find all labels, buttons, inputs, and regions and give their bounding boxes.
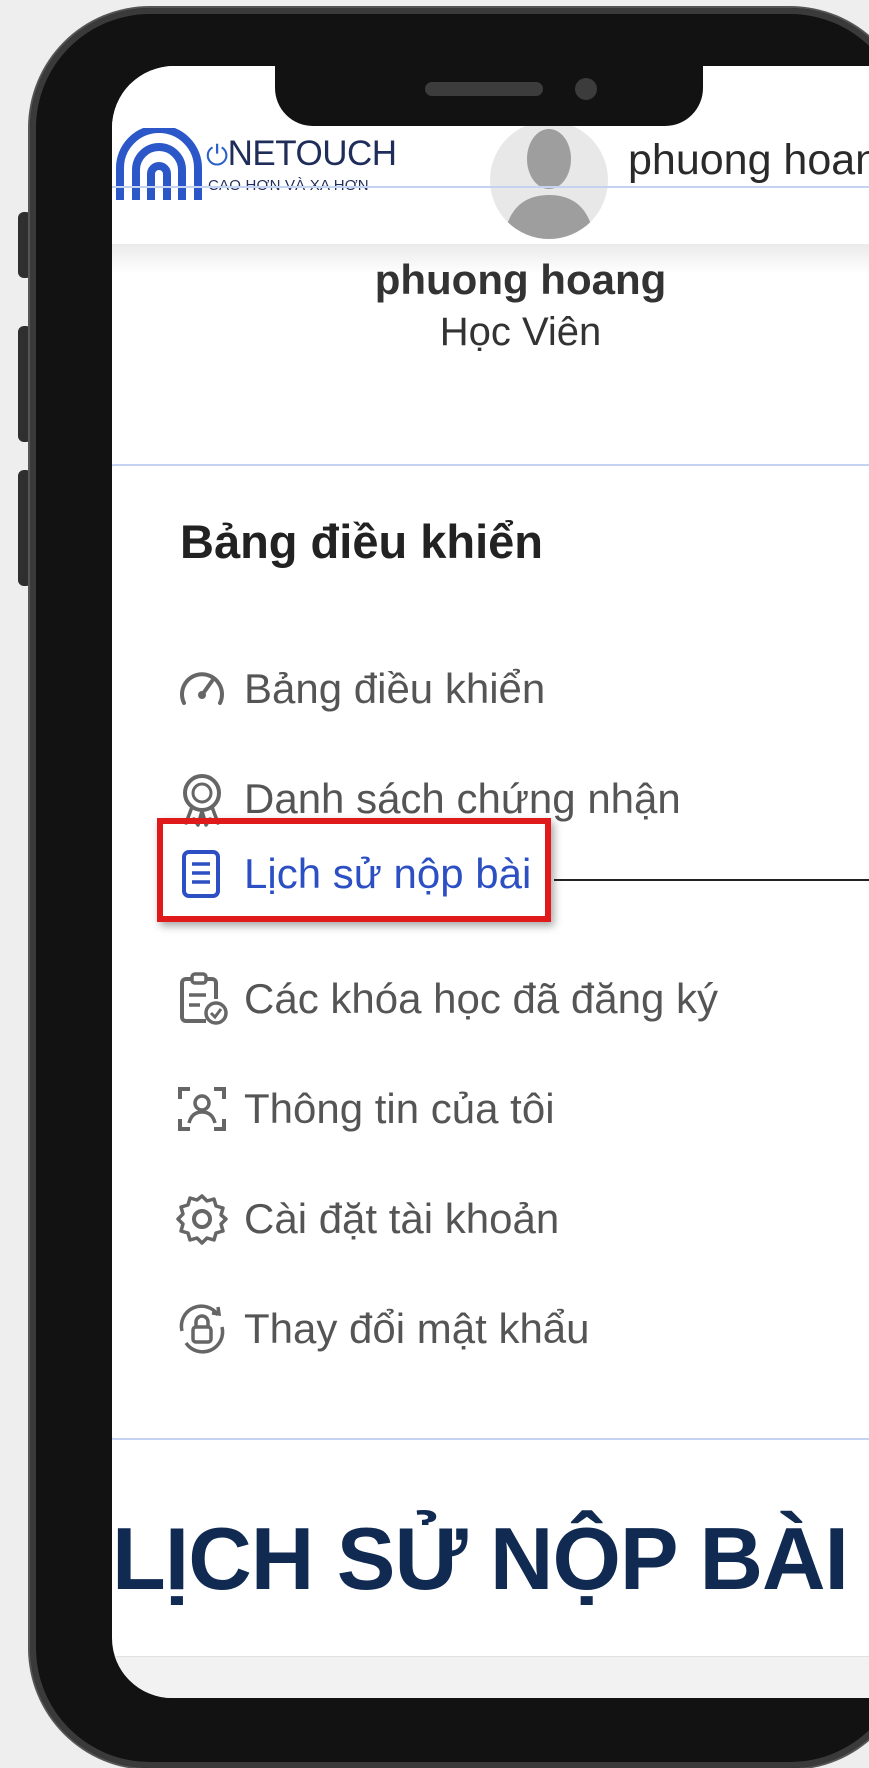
menu-item-label: Bảng điều khiển <box>244 665 546 712</box>
power-icon: ⏻ <box>206 140 228 171</box>
menu-item-label: Thông tin của tôi <box>244 1085 555 1132</box>
menu-item-account-settings[interactable]: Cài đặt tài khoản <box>174 1184 559 1254</box>
menu-item-label: Cài đặt tài khoản <box>244 1195 560 1242</box>
menu-item-change-password[interactable]: Thay đổi mật khẩu <box>174 1294 590 1364</box>
logo-brand-text[interactable]: ⏻NETOUCH <box>206 134 397 174</box>
phone-notch <box>275 58 703 126</box>
profile-name: phuong hoang <box>374 256 667 303</box>
page-heading: LỊCH SỬ NỘP BÀI <box>112 1509 849 1608</box>
speaker-icon <box>425 82 543 96</box>
menu-item-my-info[interactable]: Thông tin của tôi <box>174 1074 555 1144</box>
camera-icon <box>575 78 597 100</box>
phone-screen: ⏻NETOUCH CAO HƠN VÀ XA HƠN phuong hoan p… <box>112 66 869 1698</box>
content-divider <box>112 1656 869 1698</box>
gear-icon <box>176 1194 228 1245</box>
menu-item-label: Các khóa học đã đăng ký <box>244 975 718 1022</box>
annotation-connector-line <box>554 879 869 881</box>
document-list-icon <box>182 850 220 898</box>
menu-item-submission-history[interactable]: Lịch sử nộp bài <box>174 839 531 909</box>
profile-role: Học Viên <box>439 310 602 354</box>
menu-item-label: Danh sách chứng nhận <box>244 775 681 822</box>
clipboard-check-icon <box>180 972 228 1025</box>
phone-frame: ⏻NETOUCH CAO HƠN VÀ XA HƠN phuong hoan p… <box>30 8 869 1768</box>
menu-title: Bảng điều khiển <box>180 515 543 568</box>
menu-item-enrolled-courses[interactable]: Các khóa học đã đăng ký <box>174 964 718 1034</box>
menu-item-label: Lịch sử nộp bài <box>244 850 532 897</box>
lock-refresh-icon <box>179 1304 225 1354</box>
speedometer-icon <box>180 672 224 705</box>
menu-item-label: Thay đổi mật khẩu <box>244 1305 590 1352</box>
menu-item-dashboard[interactable]: Bảng điều khiển <box>174 654 545 724</box>
header-user-name[interactable]: phuong hoan <box>628 136 869 185</box>
user-scan-icon <box>178 1087 226 1131</box>
